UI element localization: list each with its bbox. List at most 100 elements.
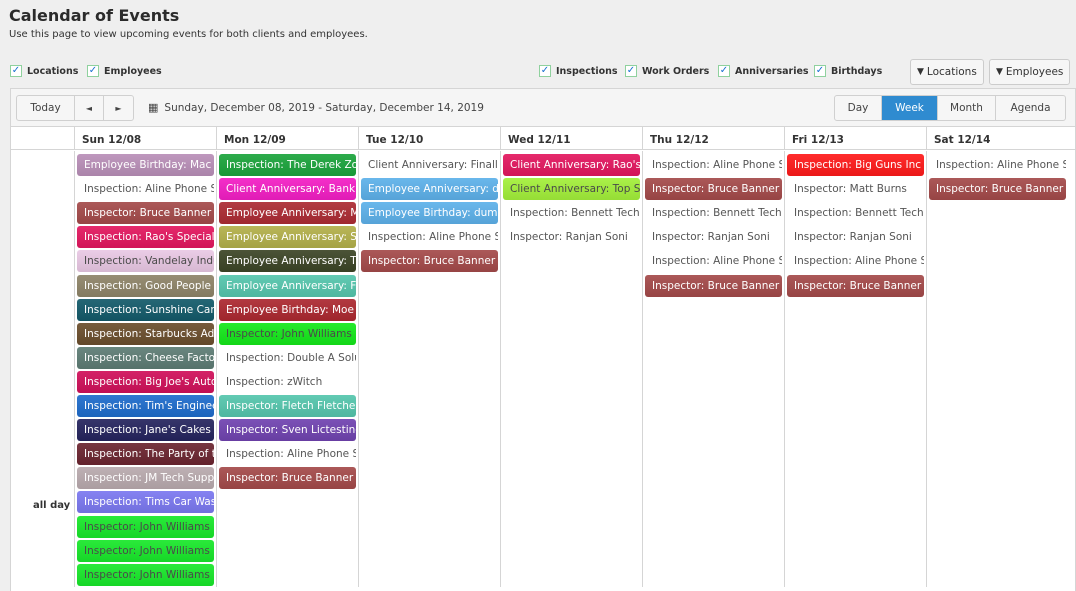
calendar-event[interactable]: Inspection: Aline Phone Sy [787, 250, 924, 272]
checkbox-employees[interactable]: ✓ Employees [87, 65, 162, 77]
arrow-right-icon: ► [115, 103, 122, 113]
calendar-event[interactable]: Inspector: Fletch Fletcher [219, 395, 356, 417]
date-range-text: Sunday, December 08, 2019 - Saturday, De… [164, 101, 484, 114]
calendar-event[interactable]: Inspection: Aline Phone Sy [219, 443, 356, 465]
today-button[interactable]: Today [17, 96, 75, 120]
calendar-event[interactable]: Inspection: Aline Phone Sy [77, 178, 214, 200]
calendar-event[interactable]: Inspection: Aline Phone Sy [645, 250, 782, 272]
calendar-event[interactable]: Inspection: Tims Car Wash [77, 491, 214, 514]
calendar-event[interactable]: Inspection: The Derek Zoo [219, 154, 356, 176]
calendar-event[interactable]: Inspection: Rao's Specialty [77, 226, 214, 249]
arrow-left-icon: ◄ [85, 103, 93, 113]
view-day-button[interactable]: Day [835, 96, 882, 120]
calendar-event[interactable]: Client Anniversary: Finally [361, 154, 498, 176]
calendar-toolbar: Today ◄ ► ▦ Sunday, December 08, 2019 - S… [11, 89, 1075, 127]
button-label: Employees [1005, 66, 1064, 78]
calendar-event[interactable]: Inspection: Aline Phone Sy [929, 154, 1066, 176]
day-header[interactable]: Fri 12/13 [784, 127, 926, 150]
calendar-event[interactable]: Employee Anniversary: du [361, 178, 498, 201]
calendar-event[interactable]: Inspector: Ranjan Soni [787, 226, 924, 248]
next-button[interactable]: ► [104, 96, 133, 120]
calendar-event[interactable]: Employee Anniversary: Fle [219, 274, 356, 297]
view-month-button[interactable]: Month [938, 96, 996, 120]
day-header[interactable]: Sun 12/08 [74, 127, 216, 150]
page-subtitle: Use this page to view upcoming events fo… [9, 29, 368, 40]
calendar-event[interactable]: Inspector: Bruce Banner [929, 178, 1066, 201]
calendar-event[interactable]: Inspector: Bruce Banner [787, 274, 924, 297]
view-week-button[interactable]: Week [882, 96, 938, 120]
checkbox-work-orders[interactable]: ✓ Work Orders [625, 65, 709, 77]
check-icon: ✓ [718, 65, 730, 77]
calendar-event[interactable]: Inspector: John Williams [77, 563, 214, 586]
calendar-event[interactable]: Inspector: Ranjan Soni [503, 226, 640, 248]
calendar-event[interactable]: Client Anniversary: Bank o [219, 178, 356, 201]
checkbox-birthdays[interactable]: ✓ Birthdays [814, 65, 882, 77]
calendar-event[interactable]: Inspector: John Williams [77, 515, 214, 538]
calendar-event[interactable]: Inspection: Bennett Tech [645, 202, 782, 224]
calendar-event[interactable]: Employee Birthday: dumm [361, 202, 498, 225]
calendar-event[interactable]: Inspector: Ranjan Soni [645, 226, 782, 248]
calendar-event[interactable]: Inspection: Cheese Factory [77, 346, 214, 369]
calendar-event[interactable]: Employee Birthday: Moe S [219, 298, 356, 321]
calendar-event[interactable]: Inspection: Aline Phone Sy [361, 226, 498, 248]
gutter-header [11, 127, 74, 149]
calendar-event[interactable]: Inspector: John Williams [77, 539, 214, 562]
day-header[interactable]: Mon 12/09 [216, 127, 358, 150]
calendar-event[interactable]: Inspection: Aline Phone Sy [645, 154, 782, 176]
checkbox-inspections[interactable]: ✓ Inspections [539, 65, 618, 77]
calendar-event[interactable]: Inspector: Bruce Banner [361, 250, 498, 273]
checkbox-label: Employees [104, 65, 162, 77]
calendar-event[interactable]: Inspector: Sven Lictestine [219, 419, 356, 442]
filter-icon: ▼ [917, 67, 924, 77]
calendar-event[interactable]: Inspection: Bennett Tech [503, 202, 640, 224]
calendar-event[interactable]: Client Anniversary: Rao's S [503, 154, 640, 176]
calendar-event[interactable]: Employee Anniversary: Sa [219, 226, 356, 249]
view-agenda-button[interactable]: Agenda [996, 96, 1065, 120]
calendar-event[interactable]: Inspection: Starbucks Addi [77, 322, 214, 345]
checkbox-locations[interactable]: ✓ Locations [10, 65, 78, 77]
calendar-event[interactable]: Inspector: Matt Burns [787, 178, 924, 200]
day-column: Inspection: Big Guns Inc Inspector: Matt … [784, 151, 926, 587]
calendar-event[interactable]: Employee Anniversary: Mo [219, 202, 356, 225]
calendar-event[interactable]: Inspection: Sunshine Carpe [77, 298, 214, 321]
day-header[interactable]: Wed 12/11 [500, 127, 642, 150]
day-column: Inspection: Aline Phone Sy Inspector: Bru… [642, 151, 784, 587]
calendar-event[interactable]: Inspector: John Williams [219, 322, 356, 345]
calendar-event[interactable]: Inspection: Tim's Engineer [77, 395, 214, 417]
calendar-event[interactable]: Inspection: Good People B [77, 274, 214, 297]
calendar-event[interactable]: Inspection: Big Joe's Auto S [77, 370, 214, 393]
calendar-event[interactable]: Inspector: Bruce Banner [219, 467, 356, 490]
check-icon: ✓ [539, 65, 551, 77]
filter-locations-button[interactable]: ▼ Locations [910, 59, 984, 85]
check-icon: ✓ [87, 65, 99, 77]
checkbox-label: Work Orders [642, 65, 710, 77]
calendar-event[interactable]: Inspection: Bennett Tech [787, 202, 924, 224]
calendar-event[interactable]: Inspection: Double A Solut [219, 347, 356, 369]
calendar-event[interactable]: Inspection: Vandelay Indus [77, 250, 214, 273]
check-icon: ✓ [10, 65, 22, 77]
day-header-row: Sun 12/08 Mon 12/09 Tue 12/10 Wed 12/11 Thu … [11, 127, 1075, 150]
calendar-event[interactable]: Inspection: The Party of th [77, 443, 214, 466]
calendar-event[interactable]: Inspector: Bruce Banner [645, 274, 782, 297]
calendar-event[interactable]: Inspection: Big Guns Inc [787, 154, 924, 176]
checkbox-label: Birthdays [831, 65, 883, 77]
calendar-event[interactable]: Employee Anniversary: Tin [219, 250, 356, 273]
calendar-event[interactable]: Inspection: JM Tech Suppo [77, 467, 214, 490]
calendar-event[interactable]: Inspection: Jane's Cakes [77, 419, 214, 442]
calendar-event[interactable]: Inspector: Bruce Banner [77, 202, 214, 225]
day-header[interactable]: Tue 12/10 [358, 127, 500, 150]
day-header[interactable]: Thu 12/12 [642, 127, 784, 150]
prev-button[interactable]: ◄ [75, 96, 104, 120]
filter-icon: ▼ [996, 67, 1003, 77]
calendar-event[interactable]: Inspector: Bruce Banner [645, 178, 782, 201]
filter-employees-button[interactable]: ▼ Employees [989, 59, 1071, 85]
calendar-event[interactable]: Employee Birthday: Mac Ti [77, 154, 214, 176]
day-header[interactable]: Sat 12/14 [926, 127, 1068, 150]
all-day-label: all day [33, 500, 71, 511]
time-gutter: all day [11, 151, 75, 587]
calendar-event[interactable]: Client Anniversary: Top Sh [503, 178, 640, 201]
checkbox-label: Inspections [556, 65, 618, 77]
date-range[interactable]: ▦ Sunday, December 08, 2019 - Saturday, D… [148, 101, 484, 114]
calendar-event[interactable]: Inspection: zWitch [219, 371, 356, 393]
checkbox-anniversaries[interactable]: ✓ Anniversaries [718, 65, 809, 77]
